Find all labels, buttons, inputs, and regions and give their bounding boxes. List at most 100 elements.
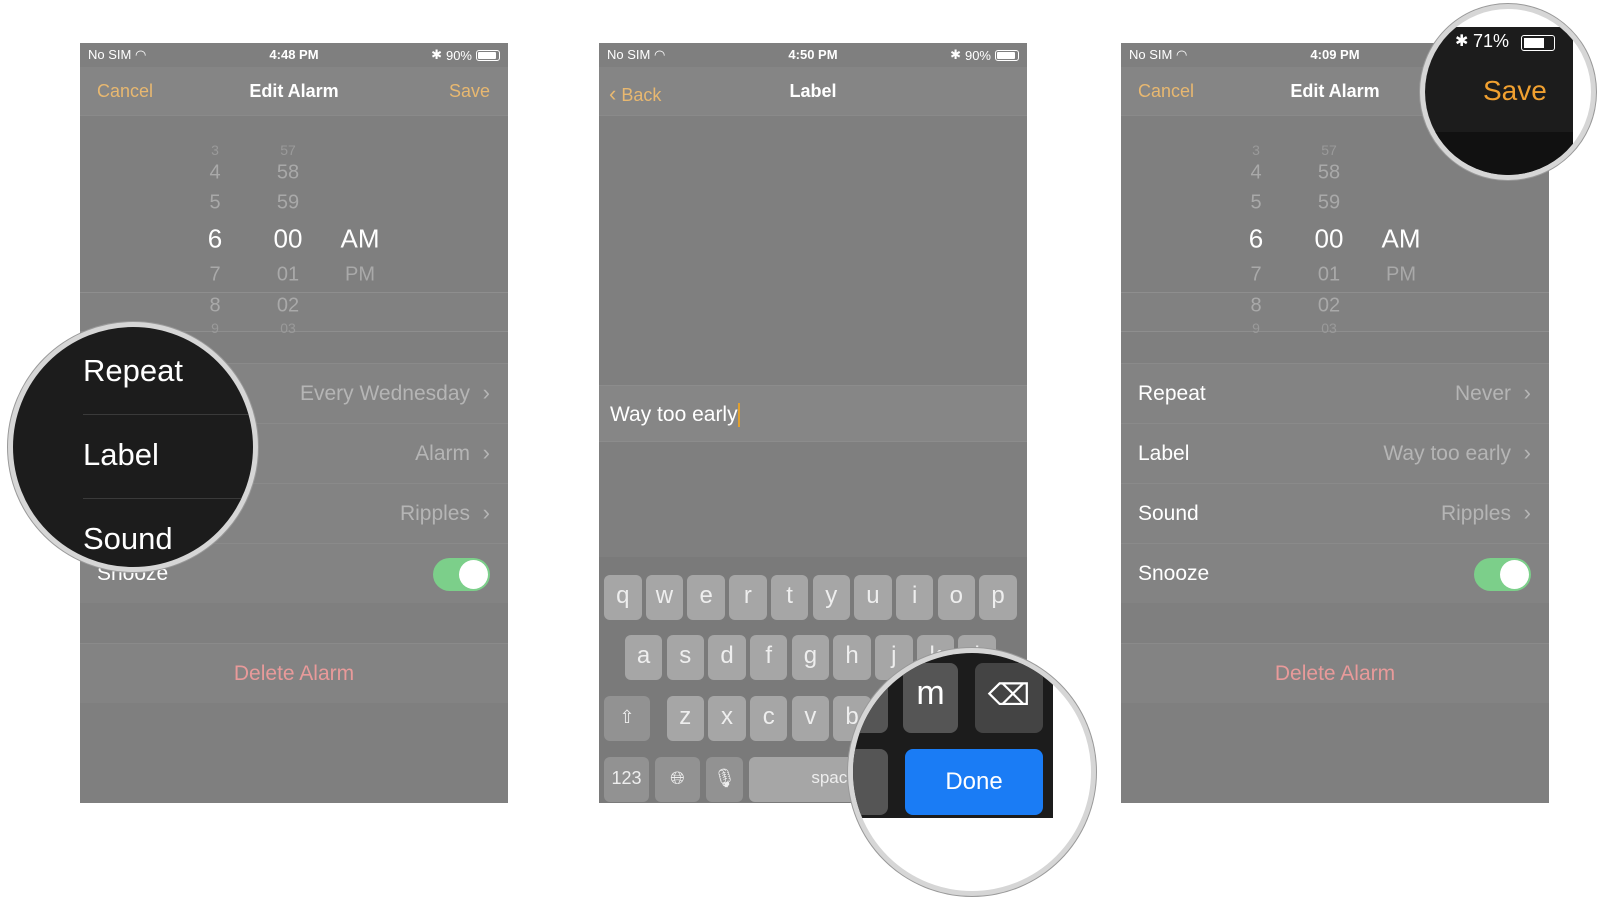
label-label-zoomed: Label bbox=[83, 437, 159, 472]
bluetooth-icon: ✱ bbox=[1455, 33, 1469, 50]
battery-percent: 90% bbox=[445, 47, 472, 63]
battery-icon bbox=[1521, 35, 1555, 51]
status-bar: No SIM ◠ 4:50 PM ✱ 90% bbox=[599, 43, 1027, 67]
key-o[interactable]: o bbox=[937, 575, 976, 620]
row-repeat[interactable]: Repeat Never › bbox=[1121, 363, 1549, 423]
delete-alarm-button[interactable]: Delete Alarm bbox=[1121, 643, 1549, 703]
minute-option[interactable]: 02 bbox=[277, 295, 299, 318]
done-button-zoomed[interactable]: Done bbox=[905, 749, 1043, 815]
key-d[interactable]: d bbox=[708, 635, 746, 680]
row-value: Ripples bbox=[1440, 502, 1511, 525]
key-f[interactable]: f bbox=[749, 635, 788, 680]
nav-bar: ‹ Back Label bbox=[599, 67, 1027, 116]
hour-option[interactable]: 5 bbox=[1250, 192, 1261, 215]
backspace-key-zoomed[interactable]: ⌫ bbox=[975, 663, 1043, 733]
magnifier-save-button: ✱ 71% Save bbox=[1420, 4, 1596, 180]
row-sound[interactable]: Sound Ripples › bbox=[1121, 483, 1549, 543]
hour-option[interactable]: 9 bbox=[1252, 320, 1260, 336]
key-w[interactable]: w bbox=[645, 575, 684, 620]
hour-option[interactable]: 6 bbox=[208, 224, 222, 255]
row-label[interactable]: Label Way too early › bbox=[1121, 423, 1549, 483]
shift-icon: ⇧ bbox=[619, 707, 635, 727]
key-p[interactable]: p bbox=[979, 575, 1017, 620]
key-s[interactable]: s bbox=[666, 635, 705, 680]
minute-option[interactable]: 03 bbox=[1321, 320, 1337, 336]
row-label: Label bbox=[1138, 442, 1190, 465]
key-m-zoomed[interactable]: m bbox=[903, 663, 958, 733]
hour-option[interactable]: 8 bbox=[1250, 295, 1261, 318]
nav-title: Label bbox=[789, 81, 837, 101]
minute-option[interactable]: 01 bbox=[277, 264, 299, 287]
row-value: Never bbox=[1454, 382, 1511, 405]
hour-option[interactable]: 8 bbox=[209, 295, 220, 318]
key-u[interactable]: u bbox=[854, 575, 892, 620]
bluetooth-icon: ✱ bbox=[950, 47, 961, 62]
hour-option[interactable]: 5 bbox=[209, 192, 220, 215]
minute-option[interactable]: 57 bbox=[1321, 142, 1337, 158]
minute-option[interactable]: 02 bbox=[1318, 295, 1340, 318]
minute-option[interactable]: 59 bbox=[277, 192, 299, 215]
ampm-option[interactable]: PM bbox=[345, 264, 375, 287]
numbers-key[interactable]: 123 bbox=[604, 757, 649, 802]
ampm-option[interactable]: PM bbox=[1386, 264, 1416, 287]
key-r[interactable]: r bbox=[729, 575, 767, 620]
snooze-toggle[interactable] bbox=[433, 558, 490, 591]
key-n-zoomed[interactable] bbox=[853, 663, 888, 733]
hour-option[interactable]: 7 bbox=[1250, 264, 1261, 287]
key-t[interactable]: t bbox=[770, 575, 809, 620]
bluetooth-icon: ✱ bbox=[431, 47, 442, 62]
shift-key[interactable]: ⇧ bbox=[604, 696, 650, 741]
key-c[interactable]: c bbox=[749, 696, 788, 741]
label-input[interactable]: Way too early bbox=[599, 385, 1027, 442]
row-value: Alarm bbox=[415, 442, 470, 465]
minute-option[interactable]: 59 bbox=[1318, 192, 1340, 215]
key-e[interactable]: e bbox=[687, 575, 725, 620]
snooze-toggle[interactable] bbox=[1474, 558, 1531, 591]
hour-option[interactable]: 3 bbox=[211, 142, 219, 158]
repeat-label-zoomed: Repeat bbox=[83, 353, 183, 388]
delete-alarm-button[interactable]: Delete Alarm bbox=[80, 643, 508, 703]
minute-option[interactable]: 01 bbox=[1318, 264, 1340, 287]
chevron-right-icon: › bbox=[482, 380, 490, 405]
chevron-right-icon: › bbox=[1523, 500, 1531, 525]
row-label: Repeat bbox=[1138, 382, 1206, 405]
save-button[interactable]: Save bbox=[449, 81, 490, 102]
space-key-zoomed[interactable] bbox=[853, 749, 888, 815]
battery-percent-zoomed: 71% bbox=[1473, 31, 1510, 51]
microphone-icon: 🎙︎ bbox=[713, 768, 736, 788]
key-g[interactable]: g bbox=[791, 635, 830, 680]
hour-option[interactable]: 3 bbox=[1252, 142, 1260, 158]
key-q[interactable]: q bbox=[604, 575, 642, 620]
row-label: Sound bbox=[1138, 502, 1199, 525]
key-v[interactable]: v bbox=[791, 696, 830, 741]
row-value: Every Wednesday bbox=[299, 382, 470, 405]
minute-option[interactable]: 57 bbox=[280, 142, 296, 158]
backspace-icon: ⌫ bbox=[987, 679, 1031, 712]
minute-option[interactable]: 58 bbox=[277, 162, 299, 185]
minute-option[interactable]: 58 bbox=[1318, 162, 1340, 185]
key-a[interactable]: a bbox=[624, 635, 663, 680]
minute-option[interactable]: 00 bbox=[1315, 224, 1344, 255]
minute-option[interactable]: 03 bbox=[280, 320, 296, 336]
hour-option[interactable]: 7 bbox=[209, 264, 220, 287]
hour-option[interactable]: 4 bbox=[209, 162, 220, 185]
globe-key[interactable]: 🌐︎ bbox=[655, 757, 700, 802]
magnifier-done-key: m ⌫ Done bbox=[848, 648, 1096, 896]
ampm-option[interactable]: AM bbox=[1382, 224, 1421, 255]
save-button-zoomed[interactable]: Save bbox=[1483, 75, 1547, 107]
minute-option[interactable]: 00 bbox=[274, 224, 303, 255]
hour-option[interactable]: 9 bbox=[211, 320, 219, 336]
hour-option[interactable]: 4 bbox=[1250, 162, 1261, 185]
globe-icon: 🌐︎ bbox=[670, 768, 685, 788]
key-i[interactable]: i bbox=[895, 575, 934, 620]
hour-option[interactable]: 6 bbox=[1249, 224, 1263, 255]
row-snooze[interactable]: Snooze bbox=[1121, 543, 1549, 603]
row-value: Ripples bbox=[399, 502, 470, 525]
battery-percent: 90% bbox=[964, 47, 991, 63]
battery-icon bbox=[995, 49, 1019, 61]
dictation-key[interactable]: 🎙︎ bbox=[706, 757, 743, 802]
key-y[interactable]: y bbox=[812, 575, 850, 620]
key-z[interactable]: z bbox=[666, 696, 705, 741]
ampm-option[interactable]: AM bbox=[341, 224, 380, 255]
key-x[interactable]: x bbox=[708, 696, 746, 741]
